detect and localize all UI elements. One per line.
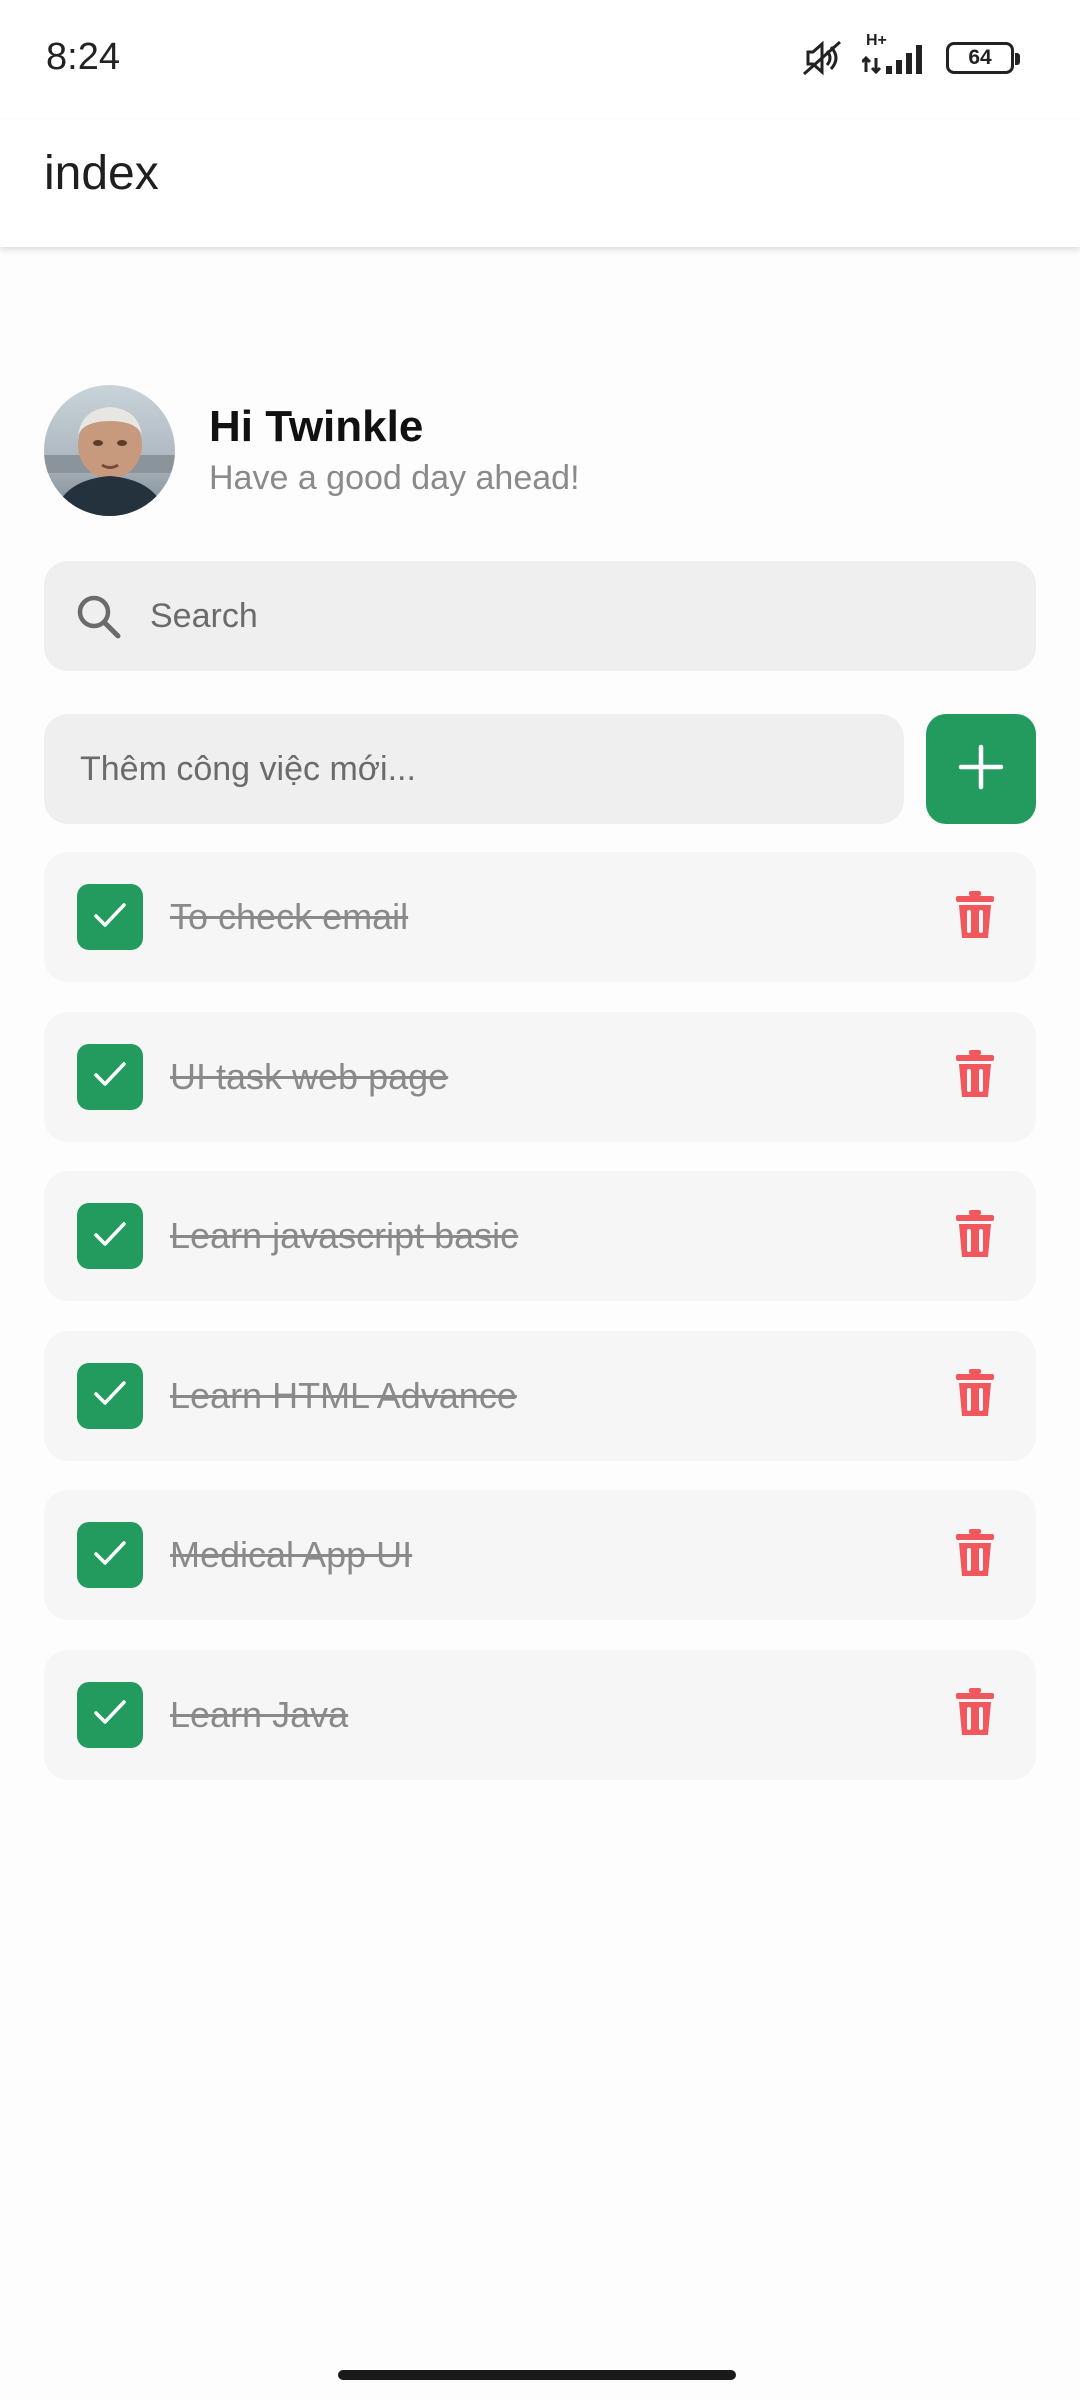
home-indicator[interactable] <box>338 2370 736 2380</box>
mute-icon <box>800 38 844 78</box>
add-task-button[interactable] <box>926 714 1036 824</box>
task-label: Learn javascript basic <box>170 1215 519 1256</box>
task-checkbox[interactable] <box>77 1681 143 1748</box>
greeting: Hi Twinkle Have a good day ahead! <box>209 402 580 498</box>
trash-icon <box>955 1687 995 1742</box>
search-bar[interactable] <box>44 561 1036 671</box>
add-task-row <box>44 714 1036 824</box>
delete-task-button[interactable] <box>950 1209 1000 1264</box>
trash-icon <box>955 1209 995 1264</box>
battery-icon: 64 <box>946 42 1020 74</box>
signal-icon: H+ <box>862 32 928 76</box>
task-label: Learn HTML Advance <box>170 1374 517 1416</box>
status-time: 8:24 <box>46 36 120 78</box>
profile-header: Hi Twinkle Have a good day ahead! <box>44 384 580 516</box>
trash-icon <box>955 1368 995 1423</box>
task-checkbox[interactable] <box>77 1362 143 1429</box>
status-bar: 8:24 H+ 64 <box>0 0 1080 120</box>
delete-task-button[interactable] <box>950 1687 1000 1742</box>
search-icon <box>74 592 122 640</box>
new-task-field[interactable] <box>44 714 904 824</box>
task-label: UI task web page <box>170 1055 449 1097</box>
task-item: Learn javascript basic <box>44 1171 1036 1301</box>
task-list: To check email UI task web page Learn ja… <box>44 852 1036 1809</box>
task-label: Medical App UI <box>170 1534 413 1575</box>
task-item: UI task web page <box>44 1011 1036 1142</box>
task-label: To check email <box>170 896 409 937</box>
status-icons: H+ 64 <box>800 32 1020 78</box>
task-checkbox[interactable] <box>77 1522 143 1588</box>
plus-icon <box>956 742 1006 797</box>
avatar <box>44 384 175 516</box>
network-type-label: H+ <box>866 32 887 49</box>
delete-task-button[interactable] <box>950 1049 1000 1104</box>
greeting-title: Hi Twinkle <box>209 402 424 452</box>
task-checkbox[interactable] <box>77 884 143 950</box>
checkmark-icon <box>90 895 130 940</box>
trash-icon <box>955 890 995 945</box>
trash-icon <box>955 1049 995 1104</box>
checkmark-icon <box>90 1692 130 1737</box>
checkmark-icon <box>90 1054 130 1099</box>
task-item: Learn HTML Advance <box>44 1330 1036 1461</box>
task-checkbox[interactable] <box>77 1043 143 1110</box>
task-item: Learn Java <box>44 1649 1036 1780</box>
task-checkbox[interactable] <box>77 1203 143 1269</box>
search-input[interactable] <box>148 595 948 637</box>
checkmark-icon <box>90 1373 130 1418</box>
greeting-subtitle: Have a good day ahead! <box>209 458 580 497</box>
task-item: To check email <box>44 852 1036 982</box>
page-title: index <box>44 147 159 200</box>
delete-task-button[interactable] <box>950 1368 1000 1423</box>
new-task-input[interactable] <box>78 714 878 824</box>
task-item: Medical App UI <box>44 1490 1036 1620</box>
checkmark-icon <box>90 1533 130 1578</box>
delete-task-button[interactable] <box>950 1528 1000 1583</box>
task-label: Learn Java <box>170 1693 349 1735</box>
app-bar: index <box>0 120 1080 247</box>
delete-task-button[interactable] <box>950 890 1000 945</box>
trash-icon <box>955 1528 995 1583</box>
checkmark-icon <box>90 1214 130 1259</box>
